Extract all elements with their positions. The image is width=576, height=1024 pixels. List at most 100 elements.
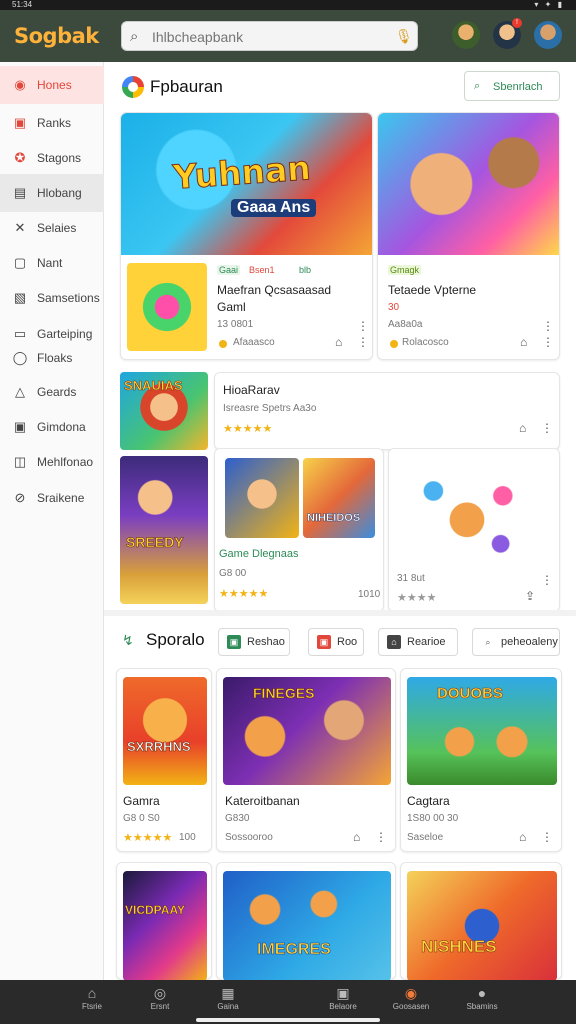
section-action-button[interactable]: ⌕ Sbenrlach	[464, 71, 560, 101]
home-icon: ⌂	[87, 985, 97, 1001]
brand-logo-icon	[122, 76, 144, 98]
sidebar-item-label: Samsetions	[37, 291, 100, 305]
nav-label: Gaina	[217, 1002, 239, 1011]
home-icon[interactable]: ⌂	[335, 335, 342, 349]
grid-thumb-5: IMEGRES	[223, 871, 391, 980]
card-a-tag: Bsen1	[249, 265, 275, 275]
sraikene-icon: ⊘	[14, 490, 26, 505]
more-icon[interactable]: ⋮	[541, 573, 553, 587]
mic-icon[interactable]: 🎙	[395, 28, 413, 44]
sidebar-item-hones[interactable]: ◉ Hones	[0, 66, 104, 104]
chip-search[interactable]: ⌕ peheoaleny	[472, 628, 560, 656]
hero-title-art: Yuhnan	[171, 148, 312, 198]
home-icon[interactable]: ⌂	[520, 335, 527, 349]
app-thumb-c[interactable]: SNAUIAS	[120, 372, 208, 450]
card-b-title: Tetaede Vpterne	[388, 283, 477, 297]
grid-card-meta: G8 0 S0	[123, 813, 160, 824]
share-icon[interactable]: ⇪	[525, 589, 535, 603]
app-thumb-d[interactable]: SREEDY	[120, 456, 208, 604]
sidebar-item-label: Ranks	[37, 116, 72, 130]
more-icon[interactable]: ⋮	[541, 830, 553, 844]
ranks-icon: ▣	[13, 115, 27, 130]
more-icon[interactable]: ⋮	[542, 319, 554, 333]
flame-icon: ◉	[404, 985, 418, 1001]
home-indicator[interactable]	[196, 1018, 380, 1022]
hlobang-icon: ▤	[13, 185, 27, 200]
card-b-meta: Aa8a0a	[388, 319, 423, 330]
grid-card-1[interactable]: SXRRHNS Gamra G8 0 S0 ★★★★★ 100	[116, 668, 212, 852]
card-icon: ▣	[336, 985, 350, 1001]
home-icon: ◉	[14, 77, 26, 92]
grid-card-6[interactable]: NISHNES	[400, 862, 562, 980]
grid-thumb-2: FINEGES	[223, 677, 391, 785]
nav-home[interactable]: ⌂ Ftsrie	[62, 984, 122, 1020]
more-icon[interactable]: ⋮	[357, 335, 369, 349]
sidebar-item-ranks[interactable]: ▣ Ranks	[0, 104, 104, 142]
more-icon[interactable]: ⋮	[375, 830, 387, 844]
sidebar-item-label: Hlobang	[37, 186, 82, 200]
compass-icon: ◎	[153, 985, 167, 1001]
trend-icon: ↯	[122, 632, 134, 648]
more-icon[interactable]: ⋮	[542, 335, 554, 349]
rating-stars: ★★★★	[397, 592, 437, 604]
sidebar-item-sraikene[interactable]: ⊘ Sraikene	[0, 479, 104, 517]
avatar-3[interactable]	[534, 21, 562, 49]
app-logo[interactable]: Sogbak	[14, 24, 99, 48]
home-icon[interactable]: ⌂	[353, 830, 360, 844]
geards-icon: △	[15, 384, 25, 399]
grid-card-meta: 1S80 00 30	[407, 813, 459, 824]
more-icon[interactable]: ⋮	[357, 319, 369, 333]
chip-roo[interactable]: ▣ Roo	[308, 628, 364, 656]
nav-games[interactable]: ▦ Gaina	[198, 984, 258, 1020]
section2-title: Sporalo	[146, 630, 205, 649]
sidebar-item-nant[interactable]: ▢ Nant	[0, 244, 104, 282]
section-divider	[104, 610, 576, 616]
search-bar[interactable]: ⌕ 🎙	[121, 21, 418, 51]
sidebar-item-floaks[interactable]: ◯ Floaks	[0, 339, 104, 377]
card-c-meta: Isreasre Spetrs Aa3o	[223, 403, 317, 414]
home-icon[interactable]: ⌂	[519, 421, 526, 435]
sidebar-item-label: Hones	[37, 78, 72, 92]
featured-card-left[interactable]: Yuhnan Gaaa Ans Gaai Bsen1 blb Maefran Q…	[120, 112, 373, 360]
app-thumb-e	[411, 467, 523, 563]
avatar-1[interactable]	[452, 21, 480, 49]
sidebar-item-selaies[interactable]: ✕ Selaies	[0, 209, 104, 247]
app-card-e[interactable]: 31 8ut ⋮ ★★★★ ⇪	[388, 448, 560, 612]
grid-thumb-5-art-text: IMEGRES	[257, 941, 331, 959]
sidebar-item-geards[interactable]: △ Geards	[0, 373, 104, 411]
nav-library[interactable]: ▣ Belaore	[313, 984, 373, 1020]
sidebar-item-mehlfonao[interactable]: ◫ Mehlfonao	[0, 443, 104, 481]
chip-icon: ▣	[227, 635, 241, 649]
grid-card-3[interactable]: DOUOBS Cagtara 1S80 00 30 Saseloe ⌂ ⋮	[400, 668, 562, 852]
grid-card-title: Cagtara	[407, 794, 450, 808]
chip-reshao[interactable]: ▣ Reshao	[218, 628, 290, 656]
chip-label: peheoaleny	[501, 636, 558, 648]
card-a-tag: blb	[299, 265, 312, 275]
app-card-d[interactable]: NIHEIDOS Game Dlegnaas G8 00 ★★★★★	[214, 448, 384, 612]
sidebar-item-label: Floaks	[37, 351, 73, 365]
rating-stars: ★★★★★	[219, 588, 269, 600]
app-card-c[interactable]: HioaRarav Isreasre Spetrs Aa3o ★★★★★ ⌂ ⋮	[214, 372, 560, 450]
nav-profile[interactable]: ● Sbamins	[452, 984, 512, 1020]
chip-label: Rearioe	[407, 636, 446, 648]
rating-stars: ★★★★★	[123, 832, 173, 844]
featured-card-right[interactable]: Gmagk Tetaede Vpterne 30 Aa8a0a Rolacosc…	[377, 112, 560, 360]
home-icon[interactable]: ⌂	[519, 830, 526, 844]
nav-hot[interactable]: ◉ Goosasen	[381, 984, 441, 1020]
chip-rearioe[interactable]: ⌂ Rearioe	[378, 628, 458, 656]
sidebar-item-hlobang[interactable]: ▤ Hlobang	[0, 174, 104, 212]
status-bar: 51:34 ▾ ✦ ▮	[0, 0, 576, 10]
nav-explore[interactable]: ◎ Ersnt	[130, 984, 190, 1020]
nav-label: Ersnt	[150, 1002, 170, 1011]
sidebar-item-gimdona[interactable]: ▣ Gimdona	[0, 408, 104, 446]
sidebar-item-samsetions[interactable]: ▧ Samsetions	[0, 279, 104, 317]
grid-card-4[interactable]: VICDPAAY	[116, 862, 212, 980]
card-b-sub: 30	[388, 302, 400, 313]
sidebar-item-stagons[interactable]: ✪ Stagons	[0, 139, 104, 177]
grid-card-5[interactable]: IMEGRES	[216, 862, 396, 980]
section-title: Fpbauran	[150, 77, 223, 96]
search-input[interactable]	[152, 28, 382, 46]
grid-card-2[interactable]: FINEGES Kateroitbanan G830 Sossooroo ⌂ ⋮	[216, 668, 396, 852]
hero-subtitle-art: Gaaa Ans	[231, 199, 317, 217]
more-icon[interactable]: ⋮	[541, 421, 553, 435]
